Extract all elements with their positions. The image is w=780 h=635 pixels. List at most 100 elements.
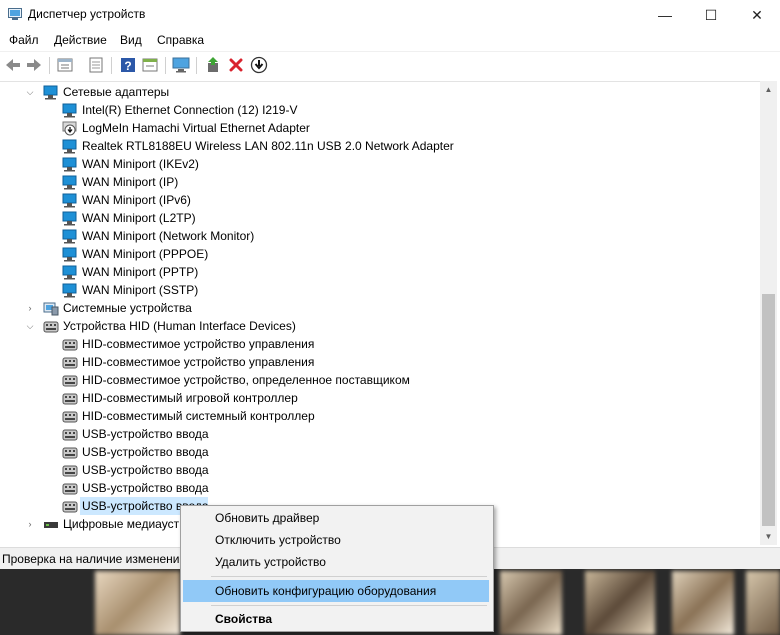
vertical-scrollbar[interactable]: ▲ ▼	[760, 81, 777, 545]
tree-item-label: HID-совместимое устройство управления	[82, 337, 315, 351]
network-adapter-icon	[62, 157, 77, 172]
svg-text:?: ?	[124, 59, 131, 73]
tree-item-label: HID-совместимый системный контроллер	[82, 409, 315, 423]
tree-item-label: WAN Miniport (IPv6)	[82, 193, 191, 207]
network-adapter-icon	[62, 265, 77, 280]
menu-action[interactable]: Действие	[54, 33, 107, 47]
window-title: Диспетчер устройств	[28, 7, 146, 21]
blurred-thumbnail	[585, 571, 655, 635]
network-adapter-warning-icon	[62, 121, 77, 136]
hid-device-icon	[62, 411, 78, 423]
hid-device-icon	[62, 429, 78, 441]
digital-media-icon	[44, 522, 58, 528]
hid-device-icon	[62, 447, 78, 459]
disable-device-menu-item[interactable]: Отключить устройство	[183, 529, 489, 551]
blurred-thumbnail	[95, 571, 180, 635]
blurred-thumbnail	[500, 571, 562, 635]
hid-device-icon	[62, 465, 78, 477]
tree-item-label: HID-совместимый игровой контроллер	[82, 391, 298, 405]
back-arrow-icon[interactable]	[4, 56, 22, 74]
menu-item-label: Удалить устройство	[215, 555, 326, 569]
tree-item-label: WAN Miniport (SSTP)	[82, 283, 199, 297]
tree-category-label: Системные устройства	[63, 301, 192, 315]
menu-file[interactable]: Файл	[9, 33, 39, 47]
tree-category-hid[interactable]: ⌵ Устройства HID (Human Interface Device…	[0, 317, 760, 335]
tree-item-label: USB-устройство ввода	[82, 463, 209, 477]
network-adapter-icon	[62, 103, 77, 118]
forward-arrow-icon[interactable]	[25, 56, 43, 74]
scan-hardware-changes-menu-item[interactable]: Обновить конфигурацию оборудования	[183, 580, 489, 602]
tree-category-label: Сетевые адаптеры	[63, 85, 170, 99]
tree-item-label: LogMeIn Hamachi Virtual Ethernet Adapter	[82, 121, 310, 135]
tree-item-label: HID-совместимое устройство управления	[82, 355, 315, 369]
expand-chevron-icon[interactable]: ›	[26, 520, 34, 529]
hid-device-icon	[43, 321, 59, 333]
network-adapter-icon	[62, 211, 77, 226]
menu-help[interactable]: Справка	[157, 33, 204, 47]
blurred-thumbnail	[672, 571, 734, 635]
collapse-chevron-icon[interactable]: ⌵	[26, 322, 34, 331]
tree-category-label: Устройства HID (Human Interface Devices)	[63, 319, 296, 333]
update-driver-icon[interactable]	[204, 56, 222, 74]
blurred-thumbnail	[746, 571, 780, 635]
properties-sheet-icon[interactable]	[87, 56, 105, 74]
device-tree[interactable]: ⌵ Сетевые адаптеры Intel(R) Ethernet Con…	[0, 81, 760, 546]
properties-grid-icon[interactable]	[56, 56, 74, 74]
hid-device-icon	[62, 357, 78, 369]
network-adapter-icon	[43, 85, 58, 100]
context-menu: Обновить драйвер Отключить устройство Уд…	[180, 505, 494, 632]
network-adapter-icon	[62, 175, 77, 190]
toolbar-separator	[49, 57, 50, 74]
device-manager-window: Диспетчер устройств — ☐ ✕ Файл Действие …	[0, 0, 780, 570]
menu-separator	[211, 576, 487, 577]
tree-category-network[interactable]: ⌵ Сетевые адаптеры	[0, 83, 760, 101]
tree-item-label: WAN Miniport (IKEv2)	[82, 157, 199, 171]
properties-menu-item[interactable]: Свойства	[183, 608, 489, 630]
toolbar-separator	[196, 57, 197, 74]
menu-item-label: Отключить устройство	[215, 533, 341, 547]
menu-item-label: Обновить драйвер	[215, 511, 320, 525]
hid-device-icon	[62, 339, 78, 351]
expand-chevron-icon[interactable]: ›	[26, 304, 34, 313]
action-pane-icon[interactable]	[141, 56, 159, 74]
hid-device-icon	[62, 393, 78, 405]
tree-item-label: USB-устройство ввода	[82, 445, 209, 459]
close-button[interactable]: ✕	[734, 0, 780, 30]
title-bar: Диспетчер устройств — ☐ ✕	[0, 0, 780, 30]
collapse-chevron-icon[interactable]: ⌵	[26, 88, 34, 97]
uninstall-device-menu-item[interactable]: Удалить устройство	[183, 551, 489, 573]
scroll-down-arrow-icon[interactable]: ▼	[760, 528, 777, 545]
network-adapter-icon	[62, 193, 77, 208]
update-driver-menu-item[interactable]: Обновить драйвер	[183, 507, 489, 529]
scroll-up-arrow-icon[interactable]: ▲	[760, 81, 777, 98]
tree-item-label: WAN Miniport (IP)	[82, 175, 179, 189]
hid-device-icon	[62, 483, 78, 495]
network-adapter-icon	[62, 283, 77, 298]
device-manager-app-icon	[8, 8, 22, 20]
minimize-button[interactable]: —	[642, 0, 688, 30]
tree-item-label: USB-устройство ввода	[82, 427, 209, 441]
tree-item-label: Realtek RTL8188EU Wireless LAN 802.11n U…	[82, 139, 454, 153]
menu-bar: Файл Действие Вид Справка	[0, 30, 780, 50]
scrollbar-thumb[interactable]	[762, 294, 775, 526]
hid-device-icon	[62, 375, 78, 387]
tree-item-label: HID-совместимое устройство, определенное…	[82, 373, 410, 387]
tree-item-label: WAN Miniport (Network Monitor)	[82, 229, 255, 243]
help-icon[interactable]: ?	[119, 56, 137, 74]
network-adapter-icon	[62, 247, 77, 262]
menu-view[interactable]: Вид	[120, 33, 142, 47]
tree-item-label: WAN Miniport (L2TP)	[82, 211, 196, 225]
network-adapter-icon	[62, 229, 77, 244]
uninstall-x-icon[interactable]	[227, 56, 245, 74]
toolbar: ?	[0, 51, 780, 80]
status-text: Проверка на наличие изменени	[2, 552, 180, 566]
monitor-icon[interactable]	[172, 56, 190, 74]
hid-device-icon	[62, 501, 78, 513]
tree-category-system[interactable]: › Системные устройства	[0, 299, 760, 317]
menu-item-label: Обновить конфигурацию оборудования	[215, 584, 437, 598]
tree-item-label: USB-устройство ввода	[82, 481, 209, 495]
system-devices-icon	[43, 302, 59, 316]
toolbar-separator	[165, 57, 166, 74]
disable-download-icon[interactable]	[250, 56, 268, 74]
maximize-button[interactable]: ☐	[688, 0, 734, 30]
